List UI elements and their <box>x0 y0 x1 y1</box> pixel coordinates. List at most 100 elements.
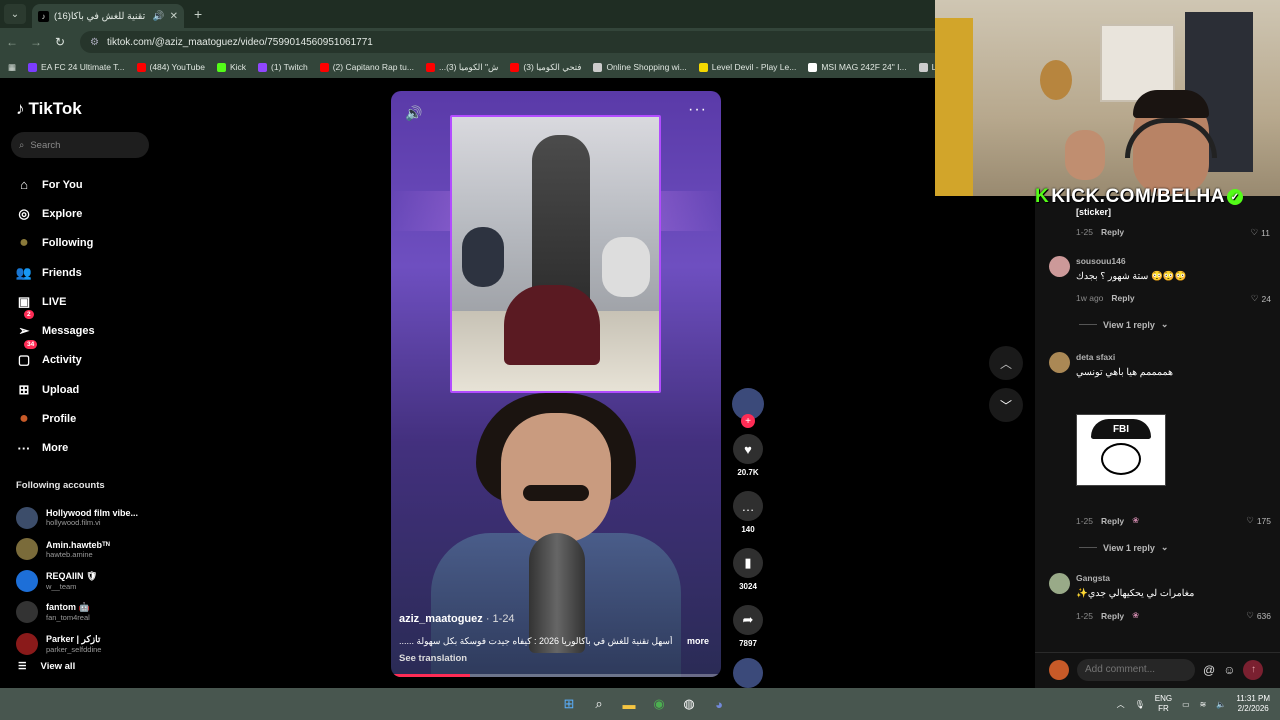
reply-button[interactable]: Reply <box>1101 516 1124 526</box>
language-indicator[interactable]: ENG FR <box>1155 694 1172 714</box>
bookmark-item[interactable]: Kick <box>216 62 246 73</box>
nav-item-live[interactable]: ▣ LIVE <box>16 287 156 316</box>
bookmark-item[interactable]: Online Shopping wi... <box>593 62 687 73</box>
video-player[interactable]: 🔊 ··· aziz_maatoguez · 1-24 ...... أسهل … <box>391 91 721 677</box>
heart-outline-icon[interactable]: ♡ <box>1246 610 1254 621</box>
search-input[interactable]: Search <box>30 140 60 151</box>
back-button[interactable]: ← <box>0 35 24 49</box>
comment-likes[interactable]: ♡ 636 <box>1246 610 1271 621</box>
reply-button[interactable]: Reply <box>1101 227 1124 237</box>
tiktok-logo[interactable]: ♪ TikTok <box>16 99 82 119</box>
music-disc-icon[interactable] <box>733 658 763 688</box>
nav-item-more[interactable]: ··· More <box>16 434 156 463</box>
commenter-name[interactable]: deta sfaxi <box>1076 352 1115 362</box>
apps-grid-icon[interactable]: ▦ <box>8 62 16 73</box>
author-name[interactable]: aziz_maatoguez <box>399 613 483 625</box>
nav-item-messages[interactable]: ➢ 2 Messages <box>16 310 156 345</box>
nav-item-for-you[interactable]: ⌂ For You <box>16 170 156 199</box>
bookmark-item[interactable]: MSI MAG 242F 24" I... <box>808 62 907 73</box>
commenter-name[interactable]: sousouu146 <box>1076 256 1126 266</box>
commenter-avatar[interactable] <box>1049 256 1070 277</box>
like-action[interactable]: ♥ 20.7K <box>731 434 765 477</box>
bookmark-icon[interactable]: ▮ <box>733 548 763 578</box>
nav-item-profile[interactable]: ● Profile <box>16 404 156 433</box>
bookmark-item[interactable]: Level Devil - Play Le... <box>698 62 796 73</box>
chevron-down-icon[interactable]: ﹀ <box>989 388 1023 422</box>
view-replies-button[interactable]: View 1 reply ⌄ <box>1079 542 1168 553</box>
bookmark-item[interactable]: فتحي الكوميا (3) <box>510 62 581 73</box>
new-tab-button[interactable]: + <box>194 6 202 22</box>
browser-tab-active[interactable]: ♪ (16)أسهل تقنية للغش في باكا 🔊 ✕ <box>32 4 184 28</box>
reply-button[interactable]: Reply <box>1111 293 1134 303</box>
bookmark-item[interactable]: (1) Twitch <box>258 62 308 73</box>
speaker-icon[interactable]: 🔈 <box>1216 700 1226 709</box>
fbi-meme-sticker[interactable]: FBI <box>1076 414 1166 486</box>
github-icon[interactable]: ◍ <box>677 692 701 716</box>
description-more-button[interactable]: more <box>687 636 709 647</box>
video-progress-bar[interactable] <box>391 674 721 677</box>
chevron-up-icon[interactable]: ︿ <box>1117 699 1125 710</box>
reload-button[interactable]: ↻ <box>48 35 72 49</box>
video-author[interactable]: aziz_maatoguez · 1-24 <box>399 613 515 625</box>
see-translation-button[interactable]: See translation <box>399 653 467 664</box>
follow-plus-icon[interactable]: + <box>741 414 755 428</box>
nav-item-explore[interactable]: ◎ Explore <box>16 199 156 228</box>
commenter-avatar[interactable] <box>1049 352 1070 373</box>
add-comment-input[interactable] <box>1077 658 1195 681</box>
forward-button[interactable]: → <box>24 35 48 49</box>
search-box[interactable]: ⌕ Search <box>11 132 149 158</box>
share-action[interactable]: ➦ 7897 <box>731 605 765 648</box>
following-account[interactable]: REQAIIN 🛡 w__team <box>16 565 156 597</box>
file-explorer-icon[interactable]: ▬ <box>617 692 641 716</box>
comment-likes[interactable]: ♡ 24 <box>1251 293 1271 304</box>
heart-icon[interactable]: ♥ <box>733 434 763 464</box>
nav-item-activity[interactable]: ▢ 34 Activity <box>16 339 156 375</box>
monitor-icon[interactable]: ▭ <box>1182 700 1190 709</box>
chevron-up-icon[interactable]: ︿ <box>989 346 1023 380</box>
save-action[interactable]: ▮ 3024 <box>731 548 765 591</box>
emoji-icon[interactable]: ☺ <box>1223 663 1235 677</box>
volume-icon[interactable]: 🔊 <box>405 105 422 122</box>
more-options-icon[interactable]: ··· <box>688 101 707 119</box>
windows-start-icon[interactable]: ⊞ <box>557 692 581 716</box>
comment-likes[interactable]: ♡ 175 <box>1246 515 1271 526</box>
view-all-link[interactable]: ☰ View all <box>18 661 75 672</box>
commenter-name[interactable]: Gangsta <box>1076 573 1110 583</box>
chrome-icon[interactable]: ◉ <box>647 692 671 716</box>
discord-icon[interactable]: ◕ <box>707 692 731 716</box>
bookmark-item[interactable]: EA FC 24 Ultimate T... <box>28 62 125 73</box>
url-field[interactable]: ⚙ tiktok.com/@aziz_maatoguez/video/75990… <box>80 31 990 53</box>
nav-item-upload[interactable]: ⊞ Upload <box>16 375 156 404</box>
creator-avatar[interactable]: + <box>732 388 764 428</box>
tab-close-icon[interactable]: ✕ <box>170 11 178 22</box>
following-account[interactable]: Amin.hawtebᵀᴺ hawteb.amine <box>16 534 156 566</box>
commenter-avatar[interactable] <box>1049 573 1070 594</box>
tab-audio-icon[interactable]: 🔊 <box>153 11 165 22</box>
clock[interactable]: 11:31 PM 2/2/2026 <box>1236 694 1270 714</box>
tab-search-button[interactable]: ⌄ <box>4 4 26 24</box>
heart-outline-icon[interactable]: ♡ <box>1251 227 1259 238</box>
following-account[interactable]: Parker | تازكر parker_selfddine <box>16 628 156 660</box>
search-icon[interactable]: ⌕ <box>587 692 611 716</box>
heart-outline-icon[interactable]: ♡ <box>1251 293 1259 304</box>
reply-button[interactable]: Reply <box>1101 611 1124 621</box>
bookmark-item[interactable]: ...ش" الكوميا (3) <box>425 62 498 73</box>
comment-action[interactable]: … 140 <box>731 491 765 534</box>
nav-item-following[interactable]: ● Following <box>16 229 156 258</box>
bookmark-item[interactable]: (484) YouTube <box>136 62 205 73</box>
wifi-icon[interactable]: ≋ <box>1200 700 1207 709</box>
following-account[interactable]: Hollywood film vibe... hollywood.film.vi <box>16 502 156 534</box>
bookmark-item[interactable]: (2) Capitano Rap tu... <box>319 62 414 73</box>
nav-item-friends[interactable]: 👥 Friends <box>16 258 156 287</box>
bookmark-item[interactable]: Leading Digital Stor... <box>918 62 935 73</box>
heart-outline-icon[interactable]: ♡ <box>1246 515 1254 526</box>
mention-icon[interactable]: @ <box>1203 663 1215 677</box>
send-arrow-icon[interactable]: ↑ <box>1243 659 1264 680</box>
comment-likes[interactable]: ♡ 11 <box>1251 227 1270 238</box>
microphone-icon[interactable]: 🎙 <box>1135 700 1145 709</box>
share-icon[interactable]: ➦ <box>733 605 763 635</box>
following-account[interactable]: fantom 🤖 fan_tom4real <box>16 597 156 629</box>
site-info-icon[interactable]: ⚙ <box>90 37 99 48</box>
comment-icon[interactable]: … <box>733 491 763 521</box>
view-replies-button[interactable]: View 1 reply ⌄ <box>1079 319 1168 330</box>
